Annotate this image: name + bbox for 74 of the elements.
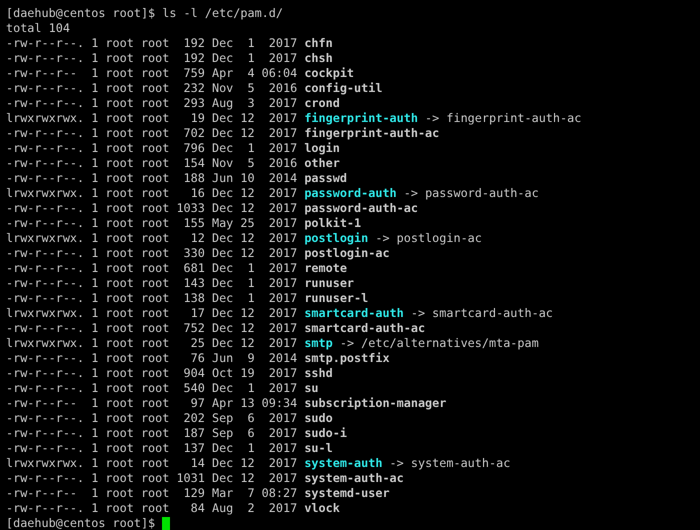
file-info: -rw-r--r--. 1 root root 1033 Dec 12 2017	[6, 201, 298, 216]
file-info: -rw-r--r--. 1 root root 76 Jun 9 2014	[6, 351, 298, 366]
file-name: chfn	[304, 36, 333, 51]
file-name: subscription-manager	[304, 396, 446, 411]
file-info: -rw-r--r--. 1 root root 84 Aug 2 2017	[6, 501, 298, 516]
symlink-name: smartcard-auth	[304, 306, 404, 321]
file-info: -rw-r--r--. 1 root root 681 Dec 1 2017	[6, 261, 298, 276]
file-info: lrwxrwxrwx. 1 root root 12 Dec 12 2017	[6, 231, 298, 246]
file-info: -rw-r--r--. 1 root root 154 Nov 5 2016	[6, 156, 298, 171]
command-line: [daehub@centos root]$ ls -l /etc/pam.d/	[6, 6, 283, 21]
file-name: smartcard-auth-ac	[304, 321, 426, 336]
file-info: -rw-r--r--. 1 root root 202 Sep 6 2017	[6, 411, 298, 426]
file-name: su-l	[304, 441, 333, 456]
total-line: total 104	[6, 21, 70, 36]
link-target: -> /etc/alternatives/mta-pam	[338, 336, 539, 351]
file-name: system-auth-ac	[304, 471, 404, 486]
file-name: sudo	[304, 411, 333, 426]
file-name: other	[304, 156, 340, 171]
file-info: -rw-r--r--. 1 root root 702 Dec 12 2017	[6, 126, 298, 141]
file-info: -rw-r--r--. 1 root root 232 Nov 5 2016	[6, 81, 298, 96]
file-name: password-auth-ac	[304, 201, 418, 216]
file-info: -rw-r--r--. 1 root root 1031 Dec 12 2017	[6, 471, 298, 486]
file-info: -rw-r--r-- 1 root root 129 Mar 7 08:27	[6, 486, 298, 501]
file-info: -rw-r--r-- 1 root root 759 Apr 4 06:04	[6, 66, 298, 81]
link-target: -> fingerprint-auth-ac	[424, 111, 582, 126]
file-info: -rw-r--r--. 1 root root 143 Dec 1 2017	[6, 276, 298, 291]
file-info: -rw-r--r--. 1 root root 796 Dec 1 2017	[6, 141, 298, 156]
file-name: sudo-i	[304, 426, 347, 441]
file-name: polkit-1	[304, 216, 362, 231]
file-info: lrwxrwxrwx. 1 root root 14 Dec 12 2017	[6, 456, 298, 471]
file-name: runuser	[304, 276, 354, 291]
file-info: -rw-r--r--. 1 root root 155 May 25 2017	[6, 216, 298, 231]
file-info: lrwxrwxrwx. 1 root root 16 Dec 12 2017	[6, 186, 298, 201]
file-info: lrwxrwxrwx. 1 root root 19 Dec 12 2017	[6, 111, 298, 126]
file-name: su	[304, 381, 319, 396]
file-info: -rw-r--r--. 1 root root 137 Dec 1 2017	[6, 441, 298, 456]
symlink-name: fingerprint-auth	[304, 111, 418, 126]
symlink-name: password-auth	[304, 186, 397, 201]
file-name: login	[304, 141, 340, 156]
link-target: -> system-auth-ac	[388, 456, 510, 471]
link-target: -> smartcard-auth-ac	[410, 306, 553, 321]
file-info: lrwxrwxrwx. 1 root root 17 Dec 12 2017	[6, 306, 298, 321]
file-info: -rw-r--r--. 1 root root 293 Aug 3 2017	[6, 96, 298, 111]
file-name: postlogin-ac	[304, 246, 390, 261]
shell-prompt: [daehub@centos root]$	[6, 516, 156, 530]
file-name: remote	[304, 261, 347, 276]
link-target: -> postlogin-ac	[374, 231, 482, 246]
symlink-name: system-auth	[304, 456, 382, 471]
file-info: lrwxrwxrwx. 1 root root 25 Dec 12 2017	[6, 336, 298, 351]
file-name: sshd	[304, 366, 333, 381]
file-info: -rw-r--r-- 1 root root 97 Apr 13 09:34	[6, 396, 298, 411]
file-name: passwd	[304, 171, 347, 186]
file-name: fingerprint-auth-ac	[304, 126, 440, 141]
file-info: -rw-r--r--. 1 root root 138 Dec 1 2017	[6, 291, 298, 306]
file-info: -rw-r--r--. 1 root root 330 Dec 12 2017	[6, 246, 298, 261]
cursor-icon	[162, 517, 170, 530]
file-name: runuser-l	[304, 291, 368, 306]
file-name: chsh	[304, 51, 333, 66]
symlink-name: smtp	[304, 336, 333, 351]
file-name: systemd-user	[304, 486, 390, 501]
file-name: vlock	[304, 501, 340, 516]
file-info: -rw-r--r--. 1 root root 904 Oct 19 2017	[6, 366, 298, 381]
file-info: -rw-r--r--. 1 root root 192 Dec 1 2017	[6, 36, 298, 51]
file-info: -rw-r--r--. 1 root root 752 Dec 12 2017	[6, 321, 298, 336]
file-info: -rw-r--r--. 1 root root 188 Jun 10 2014	[6, 171, 298, 186]
file-info: -rw-r--r--. 1 root root 187 Sep 6 2017	[6, 426, 298, 441]
file-name: config-util	[304, 81, 382, 96]
file-name: smtp.postfix	[304, 351, 390, 366]
file-name: crond	[304, 96, 340, 111]
file-info: -rw-r--r--. 1 root root 540 Dec 1 2017	[6, 381, 298, 396]
file-info: -rw-r--r--. 1 root root 192 Dec 1 2017	[6, 51, 298, 66]
symlink-name: postlogin	[304, 231, 368, 246]
link-target: -> password-auth-ac	[402, 186, 539, 201]
file-name: cockpit	[304, 66, 354, 81]
